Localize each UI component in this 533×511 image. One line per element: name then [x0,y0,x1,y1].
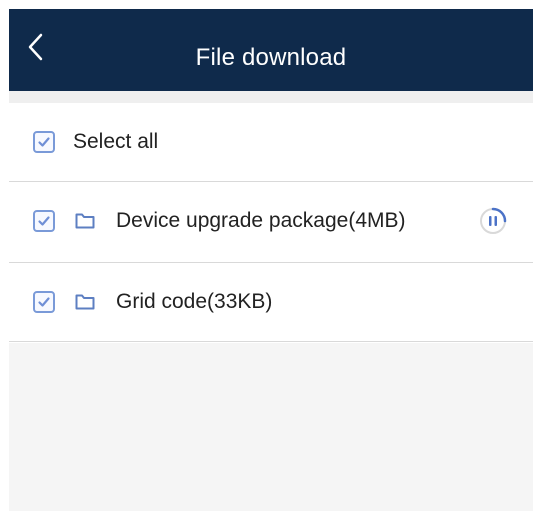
folder-icon [73,211,97,231]
checkmark-icon [38,216,50,226]
file-row-grid-code[interactable]: Grid code(33KB) [9,263,533,341]
file-name-device-upgrade-package: Device upgrade package(4MB) [116,209,406,232]
file-row-device-upgrade-package[interactable]: Device upgrade package(4MB) [9,182,533,260]
file-checkbox-device-upgrade-package[interactable] [33,210,55,232]
top-header: File download [9,9,533,91]
file-download-screen: File download Select all Device upgrade … [0,0,533,511]
select-all-label: Select all [73,130,159,153]
select-all-row[interactable]: Select all [9,103,533,181]
header-spacer [9,91,533,103]
page-title: File download [195,44,347,71]
file-name-grid-code: Grid code(33KB) [116,290,273,313]
folder-icon [73,292,97,312]
file-checkbox-grid-code[interactable] [33,291,55,313]
select-all-checkbox[interactable] [33,131,55,153]
checkmark-icon [38,137,50,147]
empty-content-area [9,343,533,511]
checkmark-icon [38,297,50,307]
pause-download-button[interactable] [479,207,507,235]
pause-icon [480,207,507,234]
divider-line [9,341,533,342]
